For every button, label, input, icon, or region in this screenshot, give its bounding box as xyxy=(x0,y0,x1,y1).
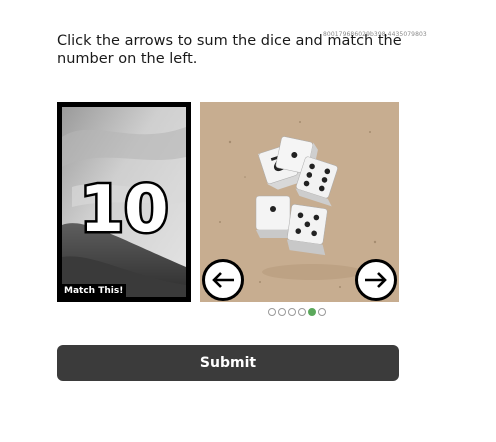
arrow-left-icon xyxy=(212,272,234,288)
pager-dot xyxy=(268,308,276,316)
target-image: 10 Match This! xyxy=(62,107,186,297)
pager-dot xyxy=(298,308,306,316)
dice-card: 2 xyxy=(200,102,399,302)
pager-dot xyxy=(278,308,286,316)
pager-dot xyxy=(288,308,296,316)
target-number: 10 xyxy=(79,173,168,243)
pager-dot xyxy=(308,308,316,316)
target-card: 10 Match This! xyxy=(57,102,191,302)
image-pager xyxy=(268,308,326,316)
pager-dot xyxy=(318,308,326,316)
next-arrow-button[interactable] xyxy=(355,259,397,301)
match-this-label: Match This! xyxy=(62,284,127,297)
instructions-text: Click the arrows to sum the dice and mat… xyxy=(57,33,402,67)
submit-button[interactable]: Submit xyxy=(57,345,399,381)
arrow-right-icon xyxy=(365,272,387,288)
prev-arrow-button[interactable] xyxy=(202,259,244,301)
